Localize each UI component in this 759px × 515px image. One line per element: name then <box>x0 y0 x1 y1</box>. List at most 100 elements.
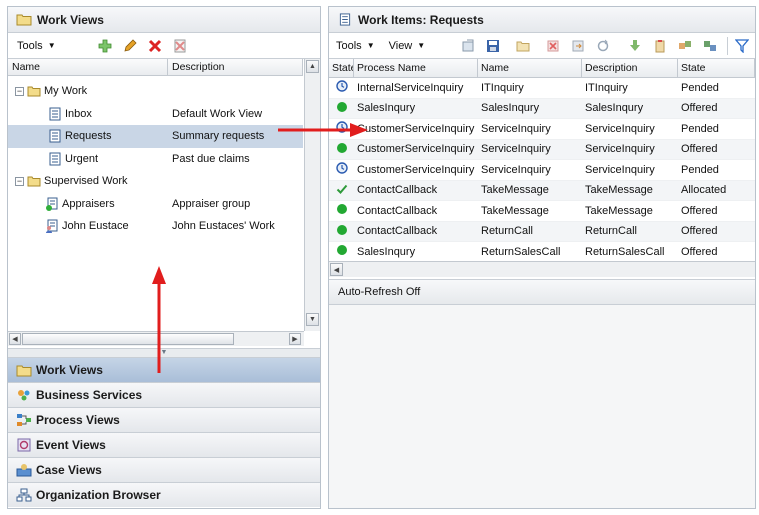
description-cell: SalesInqury <box>585 102 644 115</box>
column-header-status[interactable]: State <box>329 59 354 77</box>
clear-icon[interactable] <box>171 37 189 55</box>
process-name-cell: CustomerServiceInquiry <box>357 122 475 135</box>
org-icon <box>16 488 32 502</box>
scroll-left-icon[interactable]: ◀ <box>330 263 343 276</box>
transfer-icon[interactable] <box>701 37 719 55</box>
accordion-label: Business Services <box>36 388 143 402</box>
table-row[interactable]: CustomerServiceInquiry ServiceInquiry Serv… <box>329 160 755 181</box>
table-row[interactable]: SalesInqury ReturnSalesCall ReturnSalesCal… <box>329 242 755 263</box>
chevron-down-icon: ▼ <box>47 41 56 50</box>
delete-icon[interactable] <box>146 37 164 55</box>
tree-node-description: Default Work View <box>172 107 263 120</box>
tree-node-label: Appraisers <box>62 197 115 210</box>
tree-node-label: Inbox <box>65 107 92 120</box>
name-cell: ServiceInquiry <box>481 122 551 135</box>
table-row[interactable]: InternalServiceInquiry ITInquiry ITInquiry… <box>329 78 755 99</box>
process-icon <box>17 414 31 426</box>
download-icon[interactable] <box>626 37 644 55</box>
tree-node-john-eustace[interactable]: John Eustace John Eustaces' Work <box>8 215 303 238</box>
accordion-event-views[interactable]: Event Views <box>8 432 320 457</box>
work-items-table: State Process Name Name Description Stat… <box>329 59 755 279</box>
accordion-work-views[interactable]: Work Views <box>8 357 320 382</box>
column-header-state[interactable]: State <box>678 59 755 77</box>
table-row[interactable]: ContactCallback TakeMessage TakeMessage Off… <box>329 201 755 222</box>
accordion-process-views[interactable]: Process Views <box>8 407 320 432</box>
refresh-icon[interactable] <box>594 37 612 55</box>
description-cell: ReturnCall <box>585 225 637 238</box>
tools-menu-button[interactable]: Tools ▼ <box>13 38 60 54</box>
open-item-icon[interactable] <box>459 37 477 55</box>
accordion-label: Process Views <box>36 413 120 427</box>
reallocate-icon[interactable] <box>569 37 587 55</box>
scroll-right-icon[interactable]: ▶ <box>289 333 301 345</box>
clipboard-icon[interactable] <box>651 37 669 55</box>
tree-node-my-work[interactable]: − My Work <box>8 80 303 103</box>
accordion-label: Organization Browser <box>36 488 161 502</box>
column-header-process-name[interactable]: Process Name <box>354 59 478 77</box>
save-icon[interactable] <box>484 37 502 55</box>
tree-node-inbox[interactable]: Inbox Default Work View <box>8 103 303 126</box>
name-cell: ITInquiry <box>481 81 524 94</box>
offered-status-icon <box>329 244 354 259</box>
description-cell: ServiceInquiry <box>585 122 655 135</box>
column-header-description[interactable]: Description <box>168 59 303 75</box>
offered-status-icon <box>329 224 354 239</box>
column-header-name[interactable]: Name <box>8 59 168 75</box>
tree-node-urgent[interactable]: Urgent Past due claims <box>8 148 303 171</box>
scroll-up-icon[interactable]: ▲ <box>306 60 319 73</box>
table-row[interactable]: ContactCallback TakeMessage TakeMessage All… <box>329 180 755 201</box>
tree-vertical-scrollbar[interactable]: ▲ ▼ <box>304 59 320 331</box>
work-items-panel: Work Items: Requests Tools ▼ View ▼ Stat… <box>328 6 756 509</box>
state-cell: Pended <box>681 122 719 135</box>
pended-clock-icon <box>329 80 354 95</box>
list-icon <box>49 152 61 166</box>
user-list-icon <box>46 219 58 234</box>
process-name-cell: CustomerServiceInquiry <box>357 163 475 176</box>
table-row[interactable]: ContactCallback ReturnCall ReturnCall Offer… <box>329 221 755 242</box>
collapse-icon[interactable]: − <box>15 86 24 96</box>
cancel-item-icon[interactable] <box>544 37 562 55</box>
tree-horizontal-scrollbar[interactable]: ◀ ▶ <box>8 331 304 346</box>
scroll-left-icon[interactable]: ◀ <box>9 333 21 345</box>
tree-node-description: Appraiser group <box>172 197 251 210</box>
accordion-case-views[interactable]: Case Views <box>8 457 320 482</box>
filter-icon[interactable] <box>733 37 751 55</box>
tree-node-supervised-work[interactable]: − Supervised Work <box>8 170 303 193</box>
tree-node-label: John Eustace <box>62 220 129 233</box>
folder-open-icon[interactable] <box>514 37 532 55</box>
tree-node-label: Supervised Work <box>44 175 128 188</box>
event-icon <box>17 438 31 452</box>
view-menu-button[interactable]: View ▼ <box>385 38 430 54</box>
state-cell: Offered <box>681 225 718 238</box>
panel-title-label: Work Items: Requests <box>358 12 484 27</box>
edit-pencil-icon[interactable] <box>121 37 139 55</box>
tree-node-label: Requests <box>65 130 112 143</box>
group-list-icon <box>46 197 58 211</box>
splitter-grip-icon[interactable]: ▼ <box>8 348 320 357</box>
collapse-icon[interactable]: − <box>15 176 24 186</box>
table-row[interactable]: SalesInqury SalesInqury SalesInqury Offered <box>329 98 755 119</box>
accordion-business-services[interactable]: Business Services <box>8 382 320 407</box>
scroll-down-icon[interactable]: ▼ <box>306 313 319 326</box>
name-cell: ServiceInquiry <box>481 163 551 176</box>
tree-node-label: Urgent <box>65 152 99 165</box>
name-cell: ServiceInquiry <box>481 143 551 156</box>
status-bar: Auto-Refresh Off <box>329 279 755 305</box>
add-icon[interactable] <box>96 37 114 55</box>
column-header-name[interactable]: Name <box>478 59 582 77</box>
process-name-cell: SalesInqury <box>357 245 416 258</box>
tree-node-appraisers[interactable]: Appraisers Appraiser group <box>8 193 303 216</box>
process-name-cell: CustomerServiceInquiry <box>357 143 475 156</box>
scroll-thumb[interactable] <box>22 333 234 345</box>
table-row[interactable]: CustomerServiceInquiry ServiceInquiry Serv… <box>329 139 755 160</box>
tools-menu-button[interactable]: Tools ▼ <box>332 38 379 54</box>
assign-icon[interactable] <box>676 37 694 55</box>
table-horizontal-scrollbar[interactable]: ◀ <box>329 261 755 277</box>
navigation-accordion: Work Views Business Services Process Vie… <box>8 357 320 507</box>
description-cell: ServiceInquiry <box>585 143 655 156</box>
description-cell: ReturnSalesCall <box>585 245 665 258</box>
accordion-organization-browser[interactable]: Organization Browser <box>8 482 320 507</box>
tree-node-requests[interactable]: Requests Summary requests <box>8 125 303 148</box>
column-header-description[interactable]: Description <box>582 59 678 77</box>
table-row[interactable]: CustomerServiceInquiry ServiceInquiry Serv… <box>329 119 755 140</box>
